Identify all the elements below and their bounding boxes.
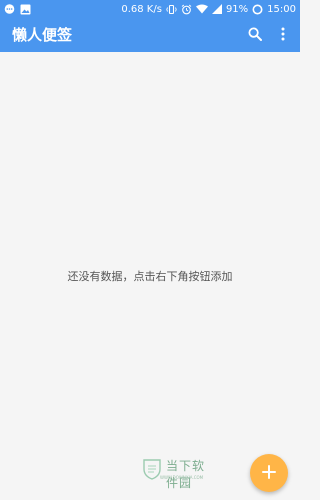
add-note-button[interactable]: [250, 454, 288, 492]
watermark: 当下软件园 WWW.DOWNXIA.COM: [142, 456, 212, 490]
more-vert-icon: [281, 26, 285, 45]
watermark-sub-text: WWW.DOWNXIA.COM: [160, 475, 204, 480]
status-left-icons: [4, 3, 31, 15]
app-toolbar: 懒人便签: [0, 18, 300, 52]
signal-icon: [211, 4, 222, 14]
empty-state-message: 还没有数据，点击右下角按钮添加: [67, 270, 233, 283]
clock: 15:00: [267, 3, 296, 15]
battery-ring-icon: [252, 4, 263, 15]
app-title: 懒人便签: [12, 26, 73, 44]
search-button[interactable]: [244, 24, 266, 46]
battery-percent: 91%: [225, 3, 249, 15]
search-icon: [248, 26, 262, 45]
note-list-area: 还没有数据，点击右下角按钮添加 当下软件园 WWW.DOWNXIA.COM: [0, 52, 300, 500]
chat-bubble-icon: [4, 3, 15, 15]
wifi-icon: [195, 4, 208, 14]
status-right-icons: 0.68 K/s 91% 15:00: [121, 2, 296, 16]
plus-icon: [262, 464, 276, 483]
watermark-logo-text: 当下软件园: [166, 459, 206, 490]
network-speed: 0.68 K/s: [121, 3, 162, 15]
status-bar: 0.68 K/s 91% 15:00: [0, 0, 300, 18]
image-icon: [20, 4, 31, 15]
vibrate-icon: [166, 4, 177, 15]
alarm-icon: [181, 4, 192, 15]
more-options-button[interactable]: [272, 24, 294, 46]
watermark-shield-icon: [142, 458, 162, 484]
